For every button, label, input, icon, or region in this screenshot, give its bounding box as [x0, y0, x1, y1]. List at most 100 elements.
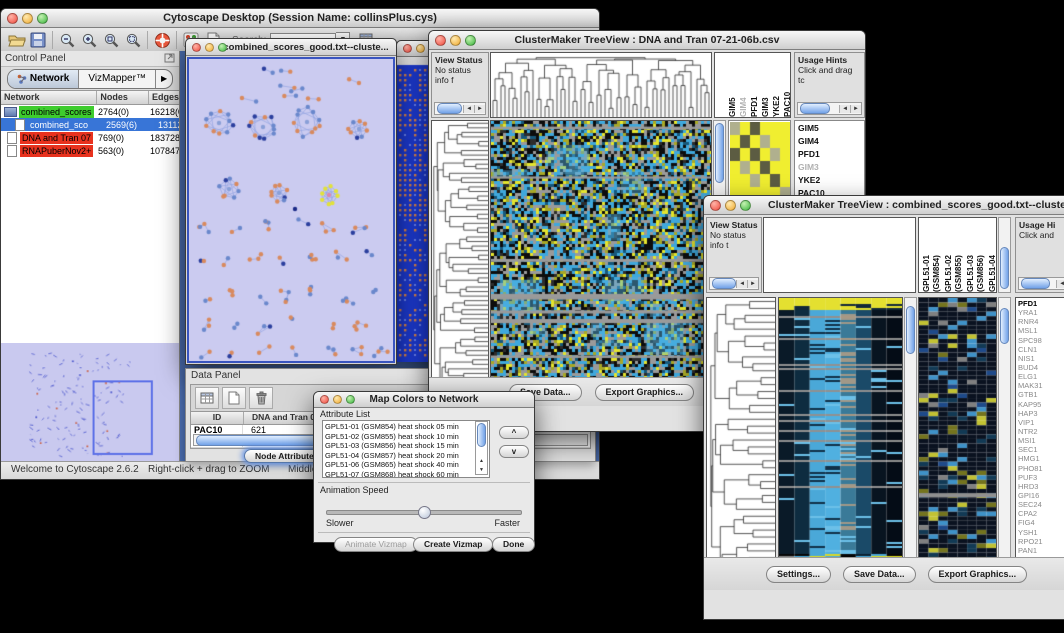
gene-label[interactable]: NTR2 [1016, 427, 1064, 436]
tab-network[interactable]: Network [8, 70, 79, 88]
scroll-right-icon[interactable]: ► [474, 105, 485, 113]
heatmap-zoom[interactable] [918, 297, 997, 590]
treeview-dna-titlebar[interactable]: ClusterMaker TreeView : DNA and Tran 07-… [429, 31, 865, 50]
gene-label[interactable]: YSH1 [1016, 528, 1064, 537]
gene-label[interactable]: HMG1 [1016, 454, 1064, 463]
scroll-down-icon[interactable]: ▼ [479, 467, 484, 473]
gene-label[interactable]: MAK31 [1016, 381, 1064, 390]
tab-vizmapper[interactable]: VizMapper™ [79, 70, 156, 88]
network-overview-panel[interactable] [1, 343, 179, 462]
help-icon[interactable] [151, 30, 173, 50]
scrollbar-thumb[interactable] [1000, 308, 1009, 344]
attribute-item[interactable]: GPL51-01 (GSM854) heat shock 05 min [325, 422, 489, 432]
gene-label[interactable]: RNR4 [1016, 317, 1064, 326]
move-down-button[interactable]: v [499, 445, 529, 458]
create-attribute-icon[interactable] [222, 387, 246, 409]
scrollbar-thumb[interactable] [437, 103, 462, 114]
zoom-button[interactable] [346, 395, 355, 404]
scroll-right-icon[interactable]: ► [747, 280, 758, 288]
slider-thumb[interactable] [418, 506, 431, 519]
close-button[interactable] [435, 35, 446, 46]
dialog-titlebar[interactable]: Map Colors to Network [314, 392, 534, 408]
scrollbar-thumb[interactable] [800, 103, 830, 114]
view-status-scrollbar[interactable]: ◄► [434, 102, 486, 115]
row-dendrogram[interactable] [431, 120, 489, 404]
network-tree-row[interactable]: combined_sco2569(6)13112(15) [1, 118, 179, 131]
gene-label[interactable]: SEC1 [1016, 445, 1064, 454]
gene-label[interactable]: MSL1 [1016, 326, 1064, 335]
gene-label[interactable]: CPA2 [1016, 509, 1064, 518]
scrollbar-thumb[interactable] [1000, 247, 1009, 289]
gene-label[interactable]: PUF3 [1016, 473, 1064, 482]
delete-attribute-icon[interactable] [249, 387, 273, 409]
column-dendrogram[interactable] [763, 217, 916, 293]
animation-speed-slider[interactable] [326, 506, 522, 516]
zoom-in-icon[interactable] [78, 30, 100, 50]
minimize-button[interactable] [725, 200, 736, 211]
save-data-button[interactable]: Save Data... [843, 566, 916, 583]
close-button[interactable] [710, 200, 721, 211]
animate-vizmap-button[interactable]: Animate Vizmap [334, 537, 418, 552]
gene-label[interactable]: PHO81 [1016, 464, 1064, 473]
gene-label[interactable]: FIG4 [1016, 518, 1064, 527]
close-button[interactable] [320, 395, 329, 404]
usage-hints-scrollbar[interactable]: ◄► [797, 102, 862, 115]
settings-button[interactable]: Settings... [766, 566, 831, 583]
row-dendrogram[interactable] [706, 297, 776, 590]
scrollbar-thumb[interactable] [477, 423, 486, 447]
done-button[interactable]: Done [492, 537, 535, 552]
gene-label[interactable]: BUD4 [1016, 363, 1064, 372]
select-attributes-icon[interactable] [195, 387, 219, 409]
save-session-icon[interactable] [27, 30, 49, 50]
scrollbar-thumb[interactable] [906, 306, 915, 354]
network-canvas[interactable] [189, 59, 393, 361]
float-panel-icon[interactable] [164, 50, 175, 68]
scrollbar-thumb[interactable] [715, 123, 724, 183]
scroll-up-icon[interactable]: ▲ [479, 458, 484, 464]
scroll-left-icon[interactable]: ◄ [1056, 280, 1064, 288]
attribute-item[interactable]: GPL51-06 (GSM865) heat shock 40 min [325, 460, 489, 470]
attribute-item[interactable]: GPL51-04 (GSM857) heat shock 20 min [325, 451, 489, 461]
minimize-button[interactable] [333, 395, 342, 404]
close-button[interactable] [192, 43, 201, 52]
minimize-button[interactable] [22, 13, 33, 24]
close-button[interactable] [7, 13, 18, 24]
minimize-button[interactable] [205, 43, 214, 52]
gene-label[interactable]: VIP1 [1016, 418, 1064, 427]
zoom-button[interactable] [37, 13, 48, 24]
heatmap-global[interactable] [490, 120, 712, 404]
zoom-selected-icon[interactable] [100, 30, 122, 50]
gene-label[interactable]: CLN1 [1016, 345, 1064, 354]
zoom-button[interactable] [465, 35, 476, 46]
tab-more-arrow[interactable]: ▶ [156, 70, 172, 88]
attribute-item[interactable]: GPL51-07 (GSM868) heat shock 60 min [325, 470, 489, 478]
scrollbar-thumb[interactable] [1021, 278, 1050, 289]
gene-label[interactable]: KAP95 [1016, 400, 1064, 409]
gene-label[interactable]: GPI16 [1016, 491, 1064, 500]
main-titlebar[interactable]: Cytoscape Desktop (Session Name: collins… [1, 9, 599, 28]
zoom-vscrollbar[interactable]: ▲ ▼ [998, 297, 1011, 590]
scrollbar-thumb[interactable] [196, 435, 328, 446]
open-session-icon[interactable] [5, 30, 27, 50]
gene-label[interactable]: HAP3 [1016, 409, 1064, 418]
zoom-out-icon[interactable] [56, 30, 78, 50]
gene-label[interactable]: YRA1 [1016, 308, 1064, 317]
zoom-button[interactable] [740, 200, 751, 211]
column-dendrogram[interactable] [490, 52, 712, 118]
gene-label[interactable]: PFD1 [1016, 299, 1064, 308]
gene-label[interactable]: HRD3 [1016, 482, 1064, 491]
scroll-left-icon[interactable]: ◄ [736, 280, 747, 288]
zoom-button[interactable] [218, 43, 227, 52]
gene-label[interactable]: ELG1 [1016, 372, 1064, 381]
zoom-fit-icon[interactable] [122, 30, 144, 50]
attribute-item[interactable]: GPL51-02 (GSM855) heat shock 10 min [325, 432, 489, 442]
labels-vscrollbar[interactable] [998, 217, 1011, 293]
heatmap-vscrollbar[interactable] [904, 297, 917, 590]
gene-label[interactable]: SPC98 [1016, 336, 1064, 345]
scroll-left-icon[interactable]: ◄ [839, 105, 850, 113]
network-tree-row[interactable]: combined_scores2764(0)16218(0) [1, 105, 179, 118]
network-tree-row[interactable]: RNAPuberNov2+563(0)107847(0) [1, 144, 179, 157]
minimize-button[interactable] [416, 44, 425, 53]
gene-label[interactable]: PAN1 [1016, 546, 1064, 555]
gene-label[interactable]: MSI1 [1016, 436, 1064, 445]
